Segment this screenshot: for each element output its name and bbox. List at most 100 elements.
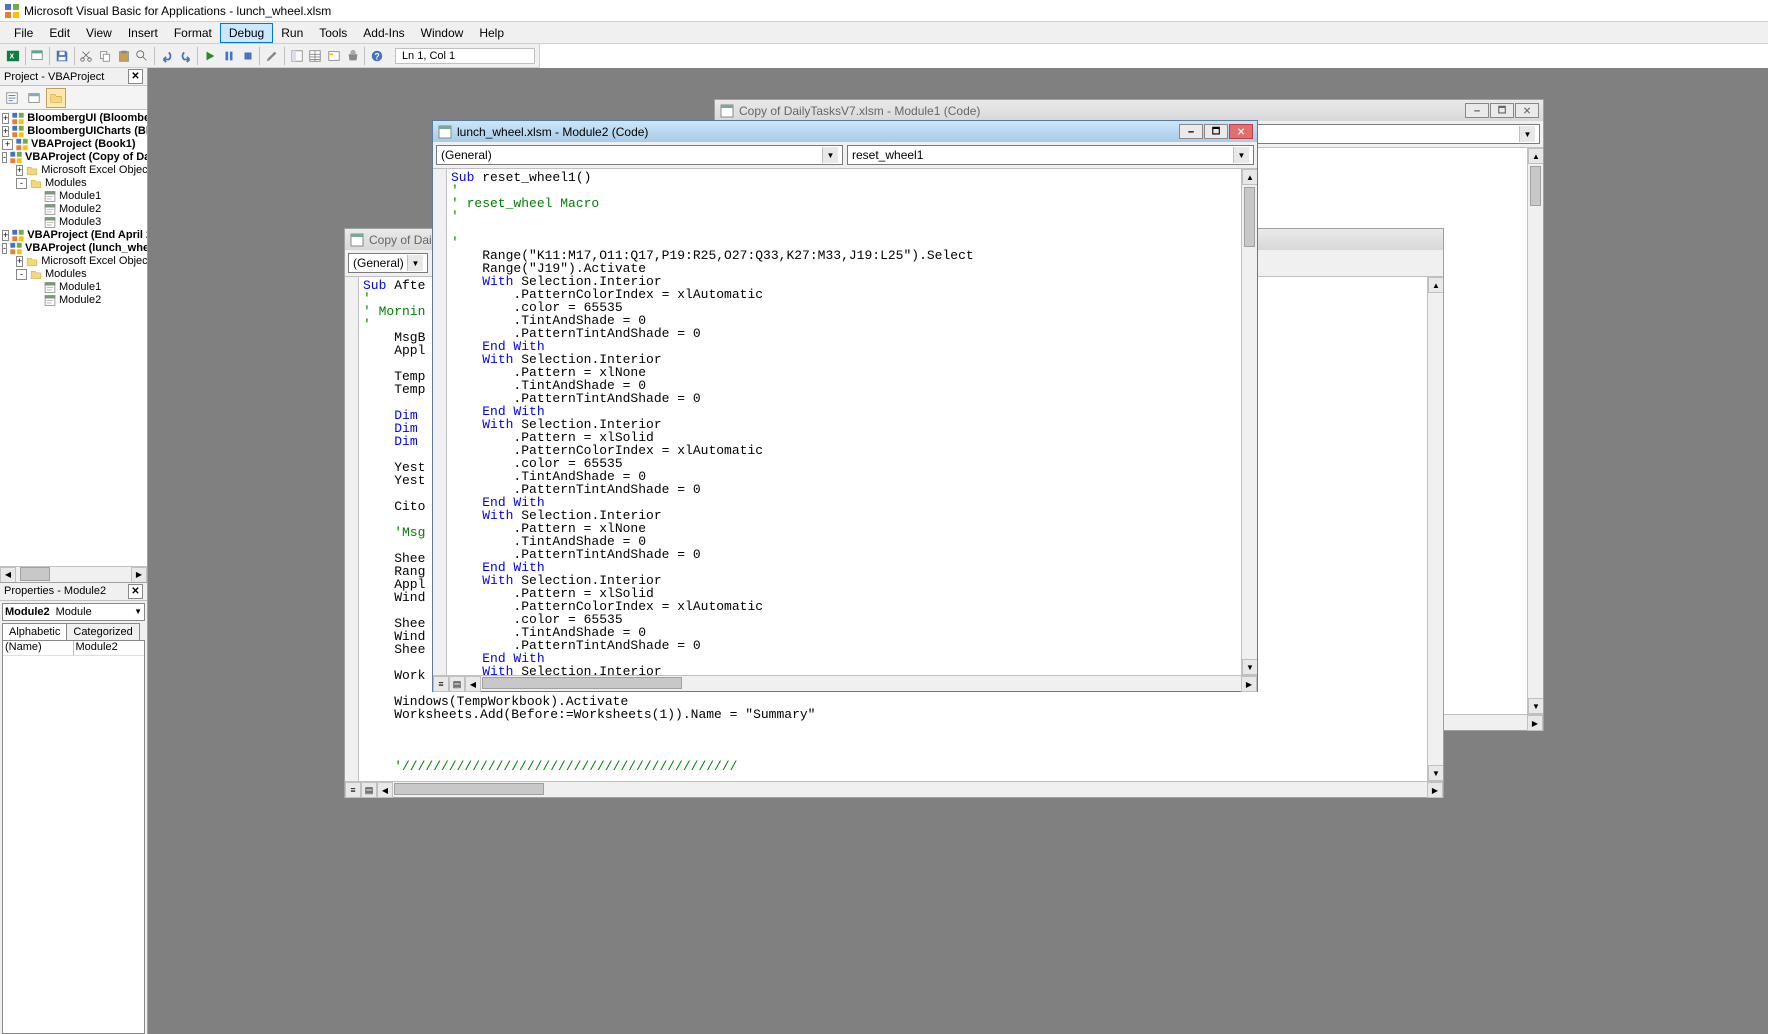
tree-label: Microsoft Excel Objects bbox=[41, 255, 147, 268]
tree-node[interactable]: Module3 bbox=[0, 216, 147, 229]
paste-button[interactable] bbox=[115, 46, 133, 66]
project-tree[interactable]: +BloombergUI (Bloomberg+BloombergUIChart… bbox=[0, 110, 147, 566]
view-code-button[interactable] bbox=[2, 88, 22, 108]
tree-node[interactable]: + Microsoft Excel Objects bbox=[0, 255, 147, 268]
tree-node[interactable]: +Microsoft Excel Objects bbox=[0, 164, 147, 177]
menu-help[interactable]: Help bbox=[471, 24, 512, 42]
procedure-combo[interactable]: reset_wheel1▼ bbox=[847, 145, 1254, 165]
maximize-button[interactable]: 🗖 bbox=[1490, 103, 1514, 118]
properties-panel-close-button[interactable]: ✕ bbox=[128, 584, 143, 599]
menu-add-ins[interactable]: Add-Ins bbox=[355, 24, 412, 42]
close-button[interactable]: 🗙 bbox=[1515, 103, 1539, 118]
tree-toggle[interactable]: + bbox=[2, 230, 9, 241]
tree-node[interactable]: Module1 bbox=[0, 190, 147, 203]
tree-node[interactable]: +BloombergUICharts (Blo bbox=[0, 125, 147, 138]
menu-file[interactable]: File bbox=[6, 24, 41, 42]
properties-window-button[interactable] bbox=[306, 46, 324, 66]
menu-format[interactable]: Format bbox=[166, 24, 220, 42]
tree-node[interactable]: Module2 bbox=[0, 294, 147, 307]
menu-window[interactable]: Window bbox=[413, 24, 472, 42]
full-module-view-button[interactable]: ▤ bbox=[449, 676, 465, 692]
object-combo[interactable]: (General)▼ bbox=[348, 253, 428, 273]
menu-tools[interactable]: Tools bbox=[311, 24, 355, 42]
scroll-right-button[interactable]: ▶ bbox=[131, 567, 147, 583]
mod-icon bbox=[43, 203, 57, 216]
tree-node[interactable]: Module1 bbox=[0, 281, 147, 294]
break-button[interactable] bbox=[220, 46, 238, 66]
project-panel-close-button[interactable]: ✕ bbox=[128, 69, 143, 84]
vscrollbar[interactable]: ▲▼ bbox=[1527, 148, 1543, 714]
project-explorer-button[interactable] bbox=[288, 46, 306, 66]
copy-button[interactable] bbox=[96, 46, 114, 66]
vba-app-icon bbox=[4, 3, 20, 19]
tree-node[interactable]: -VBAProject (lunch_whee bbox=[0, 242, 147, 255]
cut-button[interactable] bbox=[78, 46, 96, 66]
minimize-button[interactable]: 🗕 bbox=[1179, 124, 1203, 139]
separator bbox=[197, 47, 198, 65]
window-titlebar[interactable]: lunch_wheel.xlsm - Module2 (Code) 🗕 🗖 🗙 bbox=[433, 121, 1257, 142]
app-title: Microsoft Visual Basic for Applications … bbox=[24, 4, 331, 18]
close-button[interactable]: 🗙 bbox=[1229, 124, 1253, 139]
module-icon bbox=[349, 232, 365, 248]
properties-grid[interactable]: (Name) Module2 bbox=[2, 641, 145, 1034]
help-button[interactable]: ? bbox=[368, 46, 386, 66]
properties-object-selector[interactable]: Module2 Module ▼ bbox=[2, 603, 145, 621]
code-window-lunchwheel-module2[interactable]: lunch_wheel.xlsm - Module2 (Code) 🗕 🗖 🗙 … bbox=[432, 120, 1258, 692]
vba-icon bbox=[11, 229, 25, 242]
insert-userform-button[interactable] bbox=[29, 46, 47, 66]
toggle-folders-button[interactable] bbox=[46, 88, 66, 108]
tree-node[interactable]: +BloombergUI (Bloomberg bbox=[0, 112, 147, 125]
tree-toggle[interactable]: + bbox=[2, 113, 9, 124]
vba-icon bbox=[15, 138, 29, 151]
menu-run[interactable]: Run bbox=[273, 24, 311, 42]
menu-debug[interactable]: Debug bbox=[220, 23, 273, 43]
menu-view[interactable]: View bbox=[78, 24, 120, 42]
redo-button[interactable] bbox=[177, 46, 195, 66]
window-titlebar[interactable]: Copy of DailyTasksV7.xlsm - Module1 (Cod… bbox=[715, 100, 1543, 121]
tree-toggle[interactable]: - bbox=[2, 243, 7, 254]
maximize-button[interactable]: 🗖 bbox=[1204, 124, 1228, 139]
view-object-button[interactable] bbox=[24, 88, 44, 108]
menu-edit[interactable]: Edit bbox=[41, 24, 78, 42]
vba-icon bbox=[9, 242, 23, 255]
reset-button[interactable] bbox=[239, 46, 257, 66]
folder-icon bbox=[29, 268, 43, 281]
tree-toggle[interactable]: + bbox=[2, 126, 9, 137]
tree-toggle[interactable]: - bbox=[16, 269, 27, 280]
toolbox-button[interactable] bbox=[344, 46, 362, 66]
menu-insert[interactable]: Insert bbox=[120, 24, 166, 42]
procedure-view-button[interactable]: ≡ bbox=[345, 782, 361, 798]
tree-node[interactable]: -Modules bbox=[0, 177, 147, 190]
save-button[interactable] bbox=[53, 46, 71, 66]
vscrollbar[interactable]: ▲▼ bbox=[1241, 169, 1257, 675]
scroll-left-button[interactable]: ◀ bbox=[0, 567, 16, 583]
tab-alphabetic[interactable]: Alphabetic bbox=[2, 623, 67, 640]
tree-toggle[interactable]: - bbox=[2, 152, 7, 163]
tree-toggle[interactable]: + bbox=[2, 139, 13, 150]
mod-icon bbox=[43, 190, 57, 203]
tree-node[interactable]: Module2 bbox=[0, 203, 147, 216]
run-button[interactable] bbox=[201, 46, 219, 66]
tree-toggle[interactable]: - bbox=[16, 178, 27, 189]
tree-node[interactable]: -VBAProject (Copy of Dai bbox=[0, 151, 147, 164]
find-button[interactable] bbox=[134, 46, 152, 66]
tree-node[interactable]: -Modules bbox=[0, 268, 147, 281]
code-editor[interactable]: Sub reset_wheel1() ' ' reset_wheel Macro… bbox=[447, 169, 1241, 675]
object-browser-button[interactable] bbox=[325, 46, 343, 66]
tree-toggle[interactable]: + bbox=[16, 256, 23, 267]
tree-node[interactable]: +VBAProject (End April 20 bbox=[0, 229, 147, 242]
undo-button[interactable] bbox=[158, 46, 176, 66]
vscrollbar[interactable]: ▲▼ bbox=[1427, 277, 1443, 781]
full-module-view-button[interactable]: ▤ bbox=[361, 782, 377, 798]
tab-categorized[interactable]: Categorized bbox=[66, 623, 139, 640]
object-combo[interactable]: (General)▼ bbox=[436, 145, 843, 165]
view-excel-button[interactable]: X bbox=[4, 46, 22, 66]
tree-node[interactable]: +VBAProject (Book1) bbox=[0, 138, 147, 151]
minimize-button[interactable]: 🗕 bbox=[1465, 103, 1489, 118]
tree-toggle[interactable]: + bbox=[16, 165, 23, 176]
procedure-view-button[interactable]: ≡ bbox=[433, 676, 449, 692]
project-hscrollbar[interactable]: ◀ ▶ bbox=[0, 566, 147, 582]
property-value[interactable]: Module2 bbox=[74, 641, 145, 656]
project-toolbar bbox=[0, 86, 147, 110]
design-mode-button[interactable] bbox=[263, 46, 281, 66]
